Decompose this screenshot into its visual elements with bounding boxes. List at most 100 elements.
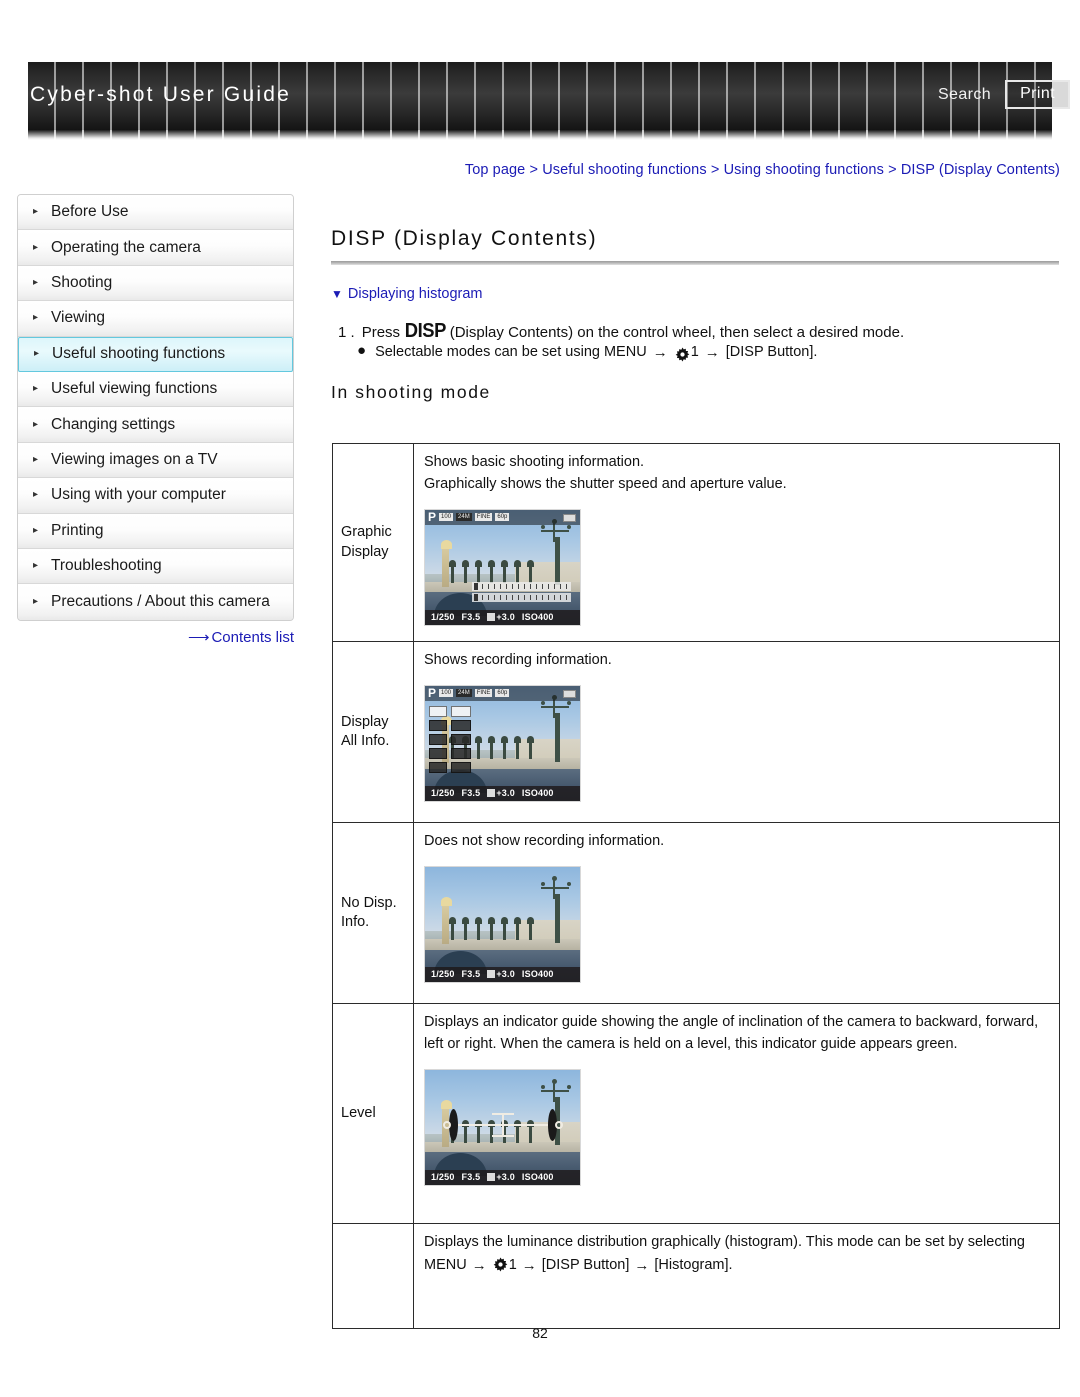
app-header: Cyber-shot User Guide Search Print [0, 62, 1080, 140]
displaying-histogram-link[interactable]: ▼ Displaying histogram [331, 286, 482, 302]
lcd-shutter-speed: 1/250 [431, 611, 455, 622]
chevron-right-icon: ▸ [33, 418, 39, 430]
mode-description-text: Shows basic shooting information. [424, 454, 645, 470]
step-text-before: Press [361, 324, 401, 341]
breadcrumb-item-useful-shooting-functions[interactable]: Useful shooting functions [542, 162, 707, 178]
sidebar-item-label: Viewing images on a TV [51, 450, 218, 468]
lcd-status-chip: 60p [495, 513, 510, 521]
lcd-column [442, 904, 450, 944]
sidebar-item-label: Precautions / About this camera [51, 592, 270, 610]
lcd-status-chip: 100 [439, 513, 454, 521]
mode-label [333, 1224, 413, 1328]
header-actions: Search Print [938, 80, 1070, 109]
lcd-lamppost [554, 537, 560, 586]
lcd-shutter-aperture-scale [471, 581, 571, 604]
contents-list-label: Contents list [211, 629, 294, 646]
contents-list-link[interactable]: ⟶ Contents list [17, 628, 294, 646]
chevron-right-icon: ▸ [33, 489, 39, 501]
breadcrumb-item-top-page[interactable]: Top page [465, 162, 525, 178]
breadcrumb-item-using-shooting-functions[interactable]: Using shooting functions [724, 162, 884, 178]
gear-icon [493, 1257, 508, 1272]
sidebar-item-changing-settings[interactable]: ▸ Changing settings [18, 407, 293, 443]
sidebar-item-precautions-about-this-camera[interactable]: ▸ Precautions / About this camera [18, 584, 293, 620]
mode-description-text: Shows recording information. [424, 652, 612, 668]
lcd-lamp-arms [540, 876, 571, 901]
sidebar-item-viewing[interactable]: ▸ Viewing [18, 301, 293, 337]
sidebar-item-troubleshooting[interactable]: ▸ Troubleshooting [18, 548, 293, 585]
mode-label-line: Display [341, 713, 389, 730]
chevron-right-icon: ▸ [33, 595, 39, 607]
mode-description-cell: Displays the luminance distribution grap… [413, 1223, 1060, 1329]
print-button[interactable]: Print [1005, 80, 1070, 109]
app-title: Cyber-shot User Guide [30, 83, 291, 106]
exposure-icon [487, 1172, 496, 1181]
lcd-aperture: F3.5 [461, 968, 481, 979]
mode-label-line: Info. [341, 914, 370, 930]
lcd-iso: ISO400 [521, 787, 554, 798]
sidebar-item-label: Printing [51, 521, 104, 539]
search-button[interactable]: Search [938, 86, 991, 104]
step-number: 1 . [338, 324, 355, 341]
lcd-lamp-arms [540, 695, 571, 720]
lcd-lamppost [554, 713, 560, 762]
lcd-iso: ISO400 [521, 1171, 554, 1182]
sidebar-item-viewing-images-on-a-tv[interactable]: ▸ Viewing images on a TV [18, 442, 293, 479]
sidebar-item-useful-viewing-functions[interactable]: ▸ Useful viewing functions [18, 371, 293, 408]
lcd-railing-post [462, 559, 469, 584]
mode-label-cell: No Disp. Info. [332, 822, 414, 1004]
histogram-text-part3: [Histogram]. [654, 1256, 733, 1273]
mode-description-cell: Displays an indicator guide showing the … [413, 1003, 1060, 1224]
right-arrow-icon: → [634, 1256, 650, 1274]
sidebar-item-operating-the-camera[interactable]: ▸ Operating the camera [18, 230, 293, 266]
breadcrumb-item-disp-display-contents[interactable]: DISP (Display Contents) [901, 162, 1060, 178]
breadcrumb: Top page > Useful shooting functions > U… [330, 162, 1060, 178]
sidebar-item-useful-shooting-functions[interactable]: ▸ Useful shooting functions [18, 336, 293, 372]
right-arrow-icon: → [471, 1256, 487, 1274]
lcd-recording-info-icons [429, 705, 471, 773]
lcd-mode-letter: P [428, 686, 437, 701]
sidebar-item-using-with-your-computer[interactable]: ▸ Using with your computer [18, 478, 293, 514]
mode-description-cell: Shows recording information. P 100 24M FINE 6… [413, 641, 1060, 823]
lcd-railing-post [514, 559, 521, 584]
sidebar-item-label: Viewing [51, 309, 106, 327]
mode-label-cell: Level [332, 1003, 414, 1224]
exposure-icon [487, 969, 496, 978]
lcd-railing-post [449, 916, 456, 941]
sidebar-item-printing[interactable]: ▸ Printing [18, 513, 293, 549]
lcd-railing-post [527, 916, 534, 941]
gear-icon [675, 347, 690, 362]
lcd-exposure-comp: +3.0 [496, 787, 515, 798]
battery-icon [563, 513, 576, 522]
note-text-part1: Selectable modes can be set using MENU [375, 343, 647, 360]
lcd-railing-post [475, 735, 482, 760]
lcd-railing-post [475, 559, 482, 584]
sidebar-item-shooting[interactable]: ▸ Shooting [18, 265, 293, 302]
sidebar-navigation: ▸ Before Use ▸ Operating the camera ▸ Shootin… [17, 194, 294, 621]
camera-lcd-preview-level: 1/250 F3.5 +3.0 ISO400 [424, 1068, 581, 1186]
mode-label: Level [333, 1004, 413, 1223]
lcd-railing-post [462, 916, 469, 941]
mode-label-cell [332, 1223, 414, 1329]
lcd-lamp-arms [540, 1079, 571, 1104]
lcd-column-top [440, 539, 452, 549]
page-title: DISP (Display Contents) [331, 227, 598, 250]
table-row: Display All Info. Shows recording informat… [332, 641, 1060, 823]
mode-description-cell: Does not show recording information. 1/25… [413, 822, 1060, 1004]
disp-button-icon: DISP [404, 320, 447, 342]
mode-label: No Disp. Info. [333, 823, 413, 1003]
camera-lcd-preview-all-info: P 100 24M FINE 60p 1/250 F3.5 +3.0 ISO400 [424, 684, 581, 802]
camera-lcd-preview-no-info: 1/250 F3.5 +3.0 ISO400 [424, 865, 581, 983]
right-arrow-icon: → [704, 344, 720, 361]
breadcrumb-separator: > [888, 162, 897, 178]
chevron-right-icon: ▸ [33, 241, 39, 253]
mode-description-body: Displays the luminance distribution grap… [414, 1224, 1059, 1289]
lcd-exposure-comp: +3.0 [496, 968, 515, 979]
lcd-railing-post [475, 916, 482, 941]
chevron-right-icon: ▸ [33, 206, 39, 218]
lcd-exposure-bar: 1/250 F3.5 +3.0 ISO400 [425, 609, 580, 625]
sidebar-item-before-use[interactable]: ▸ Before Use [18, 195, 293, 231]
mode-label: Display All Info. [333, 642, 413, 822]
mode-description-body: Shows recording information. P 100 24M FINE 6… [414, 642, 1059, 814]
lcd-exposure-bar: 1/250 F3.5 +3.0 ISO400 [425, 785, 580, 801]
histogram-text-part2: [DISP Button] [541, 1256, 630, 1273]
